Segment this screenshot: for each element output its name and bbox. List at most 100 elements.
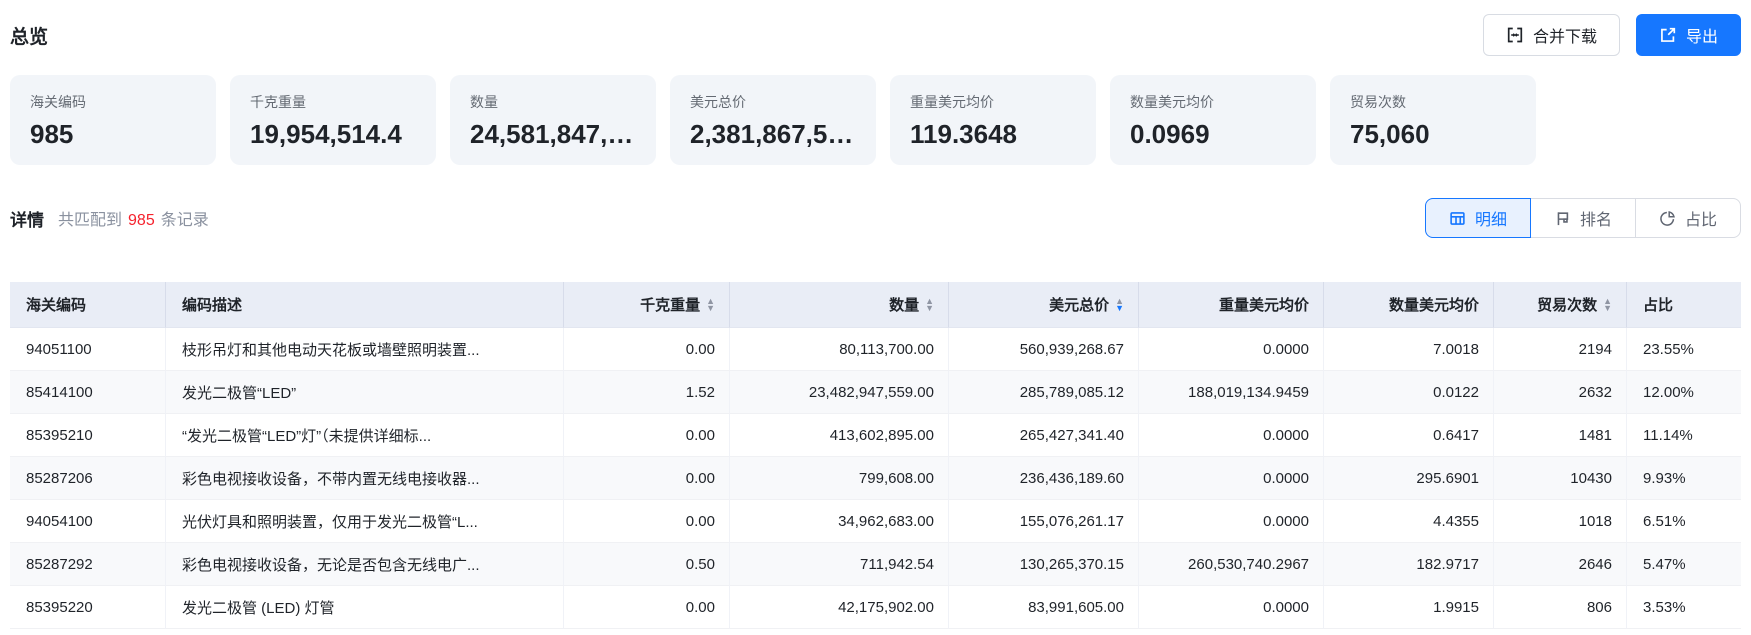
cell-hs-code: 94051100 — [10, 328, 166, 371]
cell-weight-usd-avg: 260,530,740.2967 — [1139, 543, 1324, 586]
cell-weight-usd-avg: 0.0000 — [1139, 414, 1324, 457]
sort-desc-icon: ▼ — [1603, 305, 1612, 312]
column-label: 编码描述 — [182, 294, 242, 315]
sort-desc-icon: ▼ — [925, 305, 934, 312]
tab-label: 明细 — [1475, 206, 1507, 230]
cell-weight-usd-avg: 0.0000 — [1139, 328, 1324, 371]
column-label: 数量美元均价 — [1389, 294, 1479, 315]
stat-card: 美元总价 2,381,867,5… — [670, 75, 876, 165]
cell-hs-code: 85395210 — [10, 414, 166, 457]
column-header-hs-code: 海关编码 — [10, 282, 166, 328]
stat-label: 数量美元均价 — [1130, 92, 1296, 112]
table-header-row: 海关编码编码描述千克重量▲▼数量▲▼美元总价▲▼重量美元均价数量美元均价贸易次数… — [10, 282, 1741, 328]
cell-quantity-usd-avg: 295.6901 — [1324, 457, 1494, 500]
table-icon — [1449, 210, 1466, 227]
column-header-quantity[interactable]: 数量▲▼ — [730, 282, 949, 328]
cell-share: 12.00% — [1627, 371, 1741, 414]
stat-card: 海关编码985 — [10, 75, 216, 165]
cell-trade-count: 806 — [1494, 586, 1627, 629]
tab-label: 占比 — [1685, 206, 1717, 230]
top-bar: 总览 合并下载 — [10, 0, 1741, 57]
tab-ranking[interactable]: 排名 — [1530, 198, 1636, 238]
top-actions: 合并下载 导出 — [1483, 14, 1741, 56]
cell-quantity: 42,175,902.00 — [730, 586, 949, 629]
sort-desc-icon: ▼ — [706, 305, 715, 312]
stats-row: 海关编码985千克重量19,954,514.4数量24,581,847,…美元总… — [10, 75, 1741, 165]
cell-trade-count: 2646 — [1494, 543, 1627, 586]
cell-share: 6.51% — [1627, 500, 1741, 543]
stat-value: 119.3648 — [910, 119, 1076, 150]
column-header-weight-usd-avg: 重量美元均价 — [1139, 282, 1324, 328]
cell-share: 11.14% — [1627, 414, 1741, 457]
table-row[interactable]: 85395220发光二极管 (LED) 灯管0.0042,175,902.008… — [10, 586, 1741, 629]
merge-download-button[interactable]: 合并下载 — [1483, 14, 1620, 56]
stat-label: 千克重量 — [250, 92, 416, 112]
cell-kg-weight: 0.00 — [564, 500, 730, 543]
cell-hs-code: 85287292 — [10, 543, 166, 586]
cell-usd-total: 285,789,085.12 — [949, 371, 1139, 414]
cell-usd-total: 155,076,261.17 — [949, 500, 1139, 543]
cell-hs-code: 85395220 — [10, 586, 166, 629]
column-label: 千克重量 — [640, 294, 700, 315]
cell-usd-total: 83,991,605.00 — [949, 586, 1139, 629]
column-header-quantity-usd-avg: 数量美元均价 — [1324, 282, 1494, 328]
tab-detail[interactable]: 明细 — [1425, 198, 1531, 238]
table-row[interactable]: 85395210“发光二极管“LED”灯”（未提供详细标...0.00413,6… — [10, 414, 1741, 457]
match-suffix: 条记录 — [161, 212, 209, 229]
match-count: 985 — [128, 212, 155, 229]
cell-description: 光伏灯具和照明装置，仅用于发光二极管“L... — [166, 500, 564, 543]
export-icon — [1659, 26, 1677, 44]
detail-bar: 详情 共匹配到985条记录 明细排名占比 — [10, 196, 1741, 240]
export-label: 导出 — [1686, 23, 1718, 47]
cell-description: 彩色电视接收设备，无论是否包含无线电广... — [166, 543, 564, 586]
column-header-kg-weight[interactable]: 千克重量▲▼ — [564, 282, 730, 328]
table-row[interactable]: 85414100发光二极管“LED”1.5223,482,947,559.002… — [10, 371, 1741, 414]
cell-share: 23.55% — [1627, 328, 1741, 371]
cell-kg-weight: 0.50 — [564, 543, 730, 586]
table-row[interactable]: 94054100光伏灯具和照明装置，仅用于发光二极管“L...0.0034,96… — [10, 500, 1741, 543]
cell-share: 9.93% — [1627, 457, 1741, 500]
stat-value: 19,954,514.4 — [250, 119, 416, 150]
pie-icon — [1659, 210, 1676, 227]
cell-weight-usd-avg: 0.0000 — [1139, 586, 1324, 629]
stat-label: 美元总价 — [690, 92, 856, 112]
cell-quantity-usd-avg: 7.0018 — [1324, 328, 1494, 371]
cell-usd-total: 130,265,370.15 — [949, 543, 1139, 586]
cell-weight-usd-avg: 188,019,134.9459 — [1139, 371, 1324, 414]
stat-value: 75,060 — [1350, 119, 1516, 150]
stat-label: 海关编码 — [30, 92, 196, 112]
merge-download-label: 合并下载 — [1533, 23, 1597, 47]
column-label: 美元总价 — [1049, 294, 1109, 315]
stat-value: 2,381,867,5… — [690, 119, 856, 150]
cell-trade-count: 2194 — [1494, 328, 1627, 371]
cell-description: 枝形吊灯和其他电动天花板或墙壁照明装置... — [166, 328, 564, 371]
cell-weight-usd-avg: 0.0000 — [1139, 457, 1324, 500]
stat-card: 千克重量 19,954,514.4 — [230, 75, 436, 165]
table-row[interactable]: 85287292彩色电视接收设备，无论是否包含无线电广...0.50711,94… — [10, 543, 1741, 586]
cell-quantity: 23,482,947,559.00 — [730, 371, 949, 414]
column-header-usd-total[interactable]: 美元总价▲▼ — [949, 282, 1139, 328]
table-row[interactable]: 94051100枝形吊灯和其他电动天花板或墙壁照明装置...0.0080,113… — [10, 328, 1741, 371]
sort-carets: ▲▼ — [925, 298, 934, 312]
cell-usd-total: 560,939,268.67 — [949, 328, 1139, 371]
cell-description: 彩色电视接收设备，不带内置无线电接收器... — [166, 457, 564, 500]
cell-quantity-usd-avg: 0.6417 — [1324, 414, 1494, 457]
stat-label: 数量 — [470, 92, 636, 112]
cell-quantity: 711,942.54 — [730, 543, 949, 586]
cell-quantity: 413,602,895.00 — [730, 414, 949, 457]
export-button[interactable]: 导出 — [1636, 14, 1741, 56]
cell-kg-weight: 0.00 — [564, 328, 730, 371]
stat-card: 数量24,581,847,… — [450, 75, 656, 165]
stat-value: 0.0969 — [1130, 119, 1296, 150]
match-summary: 共匹配到985条记录 — [58, 206, 209, 230]
table-row[interactable]: 85287206彩色电视接收设备，不带内置无线电接收器...0.00799,60… — [10, 457, 1741, 500]
detail-title: 详情 — [10, 206, 44, 231]
column-label: 重量美元均价 — [1219, 294, 1309, 315]
stat-label: 重量美元均价 — [910, 92, 1076, 112]
merge-cells-icon — [1506, 26, 1524, 44]
cell-hs-code: 85287206 — [10, 457, 166, 500]
tab-share[interactable]: 占比 — [1635, 198, 1741, 238]
cell-quantity: 799,608.00 — [730, 457, 949, 500]
cell-quantity: 80,113,700.00 — [730, 328, 949, 371]
column-header-trade-count[interactable]: 贸易次数▲▼ — [1494, 282, 1627, 328]
